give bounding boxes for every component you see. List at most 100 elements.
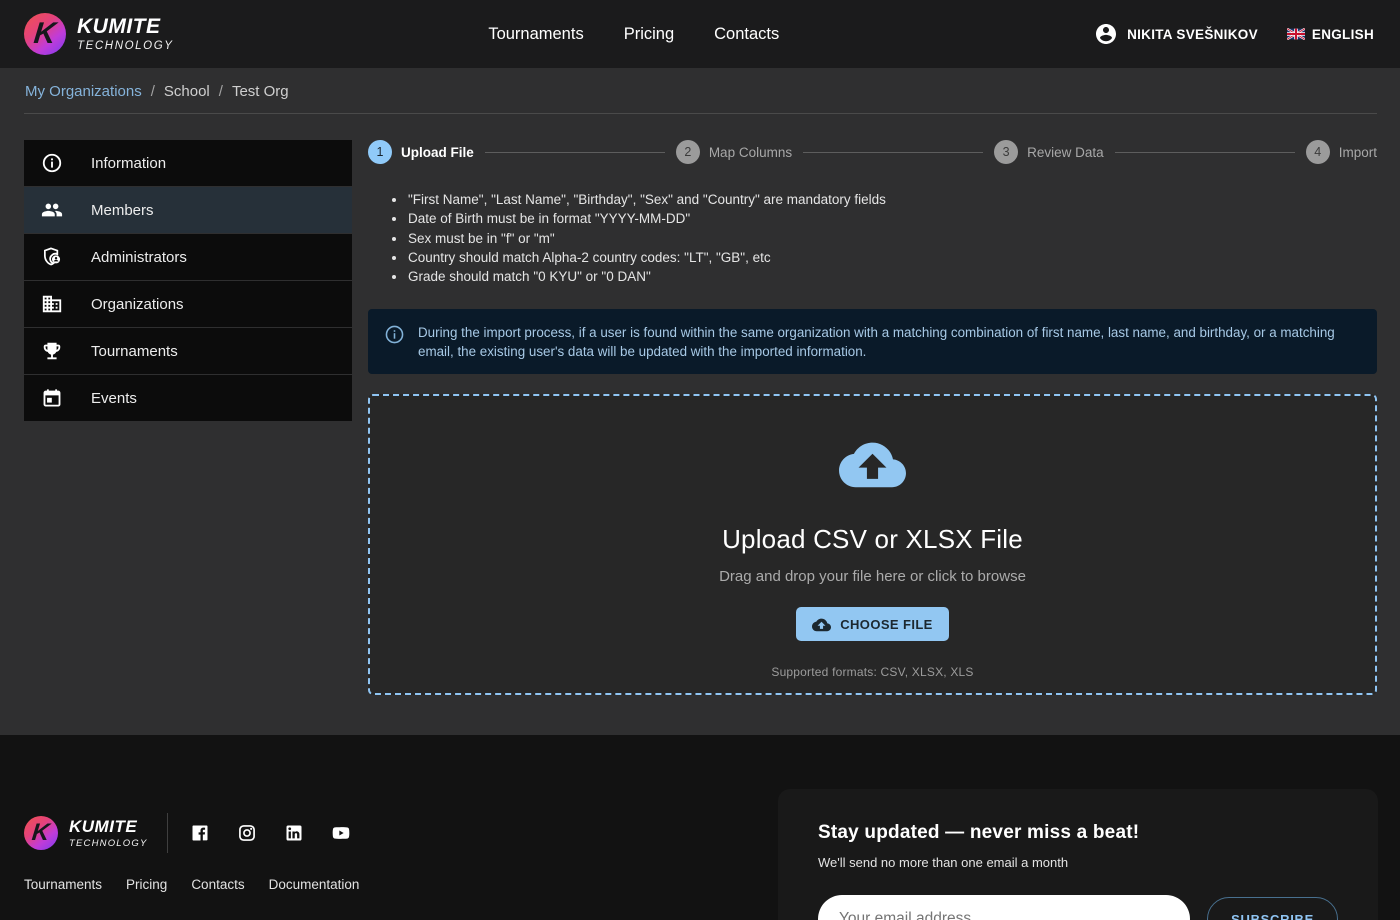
linkedin-icon (284, 823, 304, 843)
brand-title: KUMITE (77, 16, 174, 38)
dropzone-title: Upload CSV or XLSX File (722, 524, 1023, 555)
facebook-link[interactable] (190, 823, 210, 843)
step-label: Review Data (1027, 145, 1104, 160)
social-links (190, 823, 351, 843)
sidebar-item-label: Information (91, 155, 166, 172)
step-connector (803, 152, 983, 153)
step-connector (485, 152, 665, 153)
kumite-logo-icon: K (24, 816, 58, 850)
calendar-icon (41, 387, 63, 409)
sidebar-item-label: Events (91, 390, 137, 407)
step-number: 4 (1306, 140, 1330, 164)
file-dropzone[interactable]: Upload CSV or XLSX File Drag and drop yo… (368, 394, 1377, 695)
sidebar-item-label: Administrators (91, 249, 187, 266)
top-navbar: K KUMITE TECHNOLOGY Tournaments Pricing … (0, 0, 1400, 68)
user-name[interactable]: NIKITA SVEŠNIKOV (1127, 27, 1258, 42)
facebook-icon (190, 823, 210, 843)
youtube-link[interactable] (331, 823, 351, 843)
choose-file-button[interactable]: CHOOSE FILE (796, 607, 949, 641)
uk-flag-icon (1287, 28, 1305, 40)
sidebar-item-label: Members (91, 202, 154, 219)
info-banner-text: During the import process, if a user is … (418, 322, 1358, 361)
sidebar-item-administrators[interactable]: Administrators (24, 234, 352, 280)
members-icon (41, 199, 63, 221)
sidebar-item-organizations[interactable]: Organizations (24, 281, 352, 327)
brand-logo[interactable]: K KUMITE TECHNOLOGY (24, 13, 174, 55)
main-area: Information Members Administrators Organ… (0, 114, 1400, 735)
sidebar-item-events[interactable]: Events (24, 375, 352, 421)
brand-subtitle: TECHNOLOGY (77, 40, 174, 52)
cloud-upload-icon (839, 437, 906, 490)
import-info-banner: During the import process, if a user is … (368, 309, 1377, 374)
footer-logo[interactable]: K KUMITE TECHNOLOGY (24, 816, 148, 850)
brand-title: KUMITE (69, 818, 148, 836)
logo-letter: K (31, 821, 51, 845)
step-map-columns: 2 Map Columns (676, 140, 792, 164)
breadcrumb-my-organizations[interactable]: My Organizations (25, 83, 142, 100)
rule-item: Country should match Alpha-2 country cod… (407, 248, 1377, 267)
building-icon (41, 293, 63, 315)
rule-item: Grade should match "0 KYU" or "0 DAN" (407, 267, 1377, 286)
step-number: 3 (994, 140, 1018, 164)
dropzone-subtitle: Drag and drop your file here or click to… (719, 568, 1026, 585)
instagram-icon (237, 823, 257, 843)
footer-link-tournaments[interactable]: Tournaments (24, 877, 102, 892)
import-stepper: 1 Upload File 2 Map Columns 3 Review Dat… (368, 140, 1377, 164)
step-connector (1115, 152, 1295, 153)
newsletter-card: Stay updated — never miss a beat! We'll … (778, 789, 1378, 920)
step-label: Upload File (401, 145, 474, 160)
breadcrumb-separator: / (151, 83, 155, 100)
footer-link-contacts[interactable]: Contacts (191, 877, 244, 892)
org-sidebar: Information Members Administrators Organ… (24, 140, 352, 421)
rule-item: "First Name", "Last Name", "Birthday", "… (407, 190, 1377, 209)
import-rules-list: "First Name", "Last Name", "Birthday", "… (368, 190, 1377, 286)
step-label: Import (1339, 145, 1377, 160)
linkedin-link[interactable] (284, 823, 304, 843)
brand-subtitle: TECHNOLOGY (69, 838, 148, 849)
step-number: 1 (368, 140, 392, 164)
breadcrumb-school[interactable]: School (164, 83, 210, 100)
page-footer: K KUMITE TECHNOLOGY Tournaments Pricing (0, 735, 1400, 920)
email-input[interactable] (818, 895, 1190, 920)
kumite-logo-icon: K (24, 13, 66, 55)
info-icon (384, 324, 405, 345)
trophy-icon (41, 340, 63, 362)
cloud-upload-icon (812, 615, 831, 634)
sidebar-item-tournaments[interactable]: Tournaments (24, 328, 352, 374)
footer-divider (167, 813, 168, 853)
info-icon (41, 152, 63, 174)
footer-link-documentation[interactable]: Documentation (269, 877, 360, 892)
language-label: ENGLISH (1312, 27, 1374, 42)
step-number: 2 (676, 140, 700, 164)
footer-link-pricing[interactable]: Pricing (126, 877, 167, 892)
user-area: NIKITA SVEŠNIKOV ENGLISH (1094, 22, 1374, 46)
rule-item: Date of Birth must be in format "YYYY-MM… (407, 209, 1377, 228)
supported-formats: Supported formats: CSV, XLSX, XLS (771, 665, 973, 679)
sidebar-item-label: Organizations (91, 296, 184, 313)
nav-pricing[interactable]: Pricing (624, 25, 674, 44)
breadcrumb: My Organizations / School / Test Org (24, 68, 1377, 114)
user-avatar-icon[interactable] (1094, 22, 1118, 46)
newsletter-subtitle: We'll send no more than one email a mont… (818, 855, 1338, 870)
choose-file-label: CHOOSE FILE (840, 617, 933, 632)
newsletter-title: Stay updated — never miss a beat! (818, 822, 1338, 844)
step-upload-file: 1 Upload File (368, 140, 474, 164)
admin-shield-icon (41, 246, 63, 268)
instagram-link[interactable] (237, 823, 257, 843)
step-label: Map Columns (709, 145, 792, 160)
subscribe-button[interactable]: SUBSCRIBE (1207, 897, 1338, 920)
step-import: 4 Import (1306, 140, 1377, 164)
rule-item: Sex must be in "f" or "m" (407, 229, 1377, 248)
nav-tournaments[interactable]: Tournaments (488, 25, 583, 44)
import-wizard: 1 Upload File 2 Map Columns 3 Review Dat… (368, 140, 1377, 695)
nav-contacts[interactable]: Contacts (714, 25, 779, 44)
main-nav: Tournaments Pricing Contacts (174, 25, 1095, 44)
step-review-data: 3 Review Data (994, 140, 1104, 164)
breadcrumb-current: Test Org (232, 83, 289, 100)
sidebar-item-information[interactable]: Information (24, 140, 352, 186)
sidebar-item-members[interactable]: Members (24, 187, 352, 233)
language-switcher[interactable]: ENGLISH (1287, 27, 1374, 42)
youtube-icon (331, 823, 351, 843)
breadcrumb-separator: / (219, 83, 223, 100)
logo-letter: K (33, 19, 58, 49)
